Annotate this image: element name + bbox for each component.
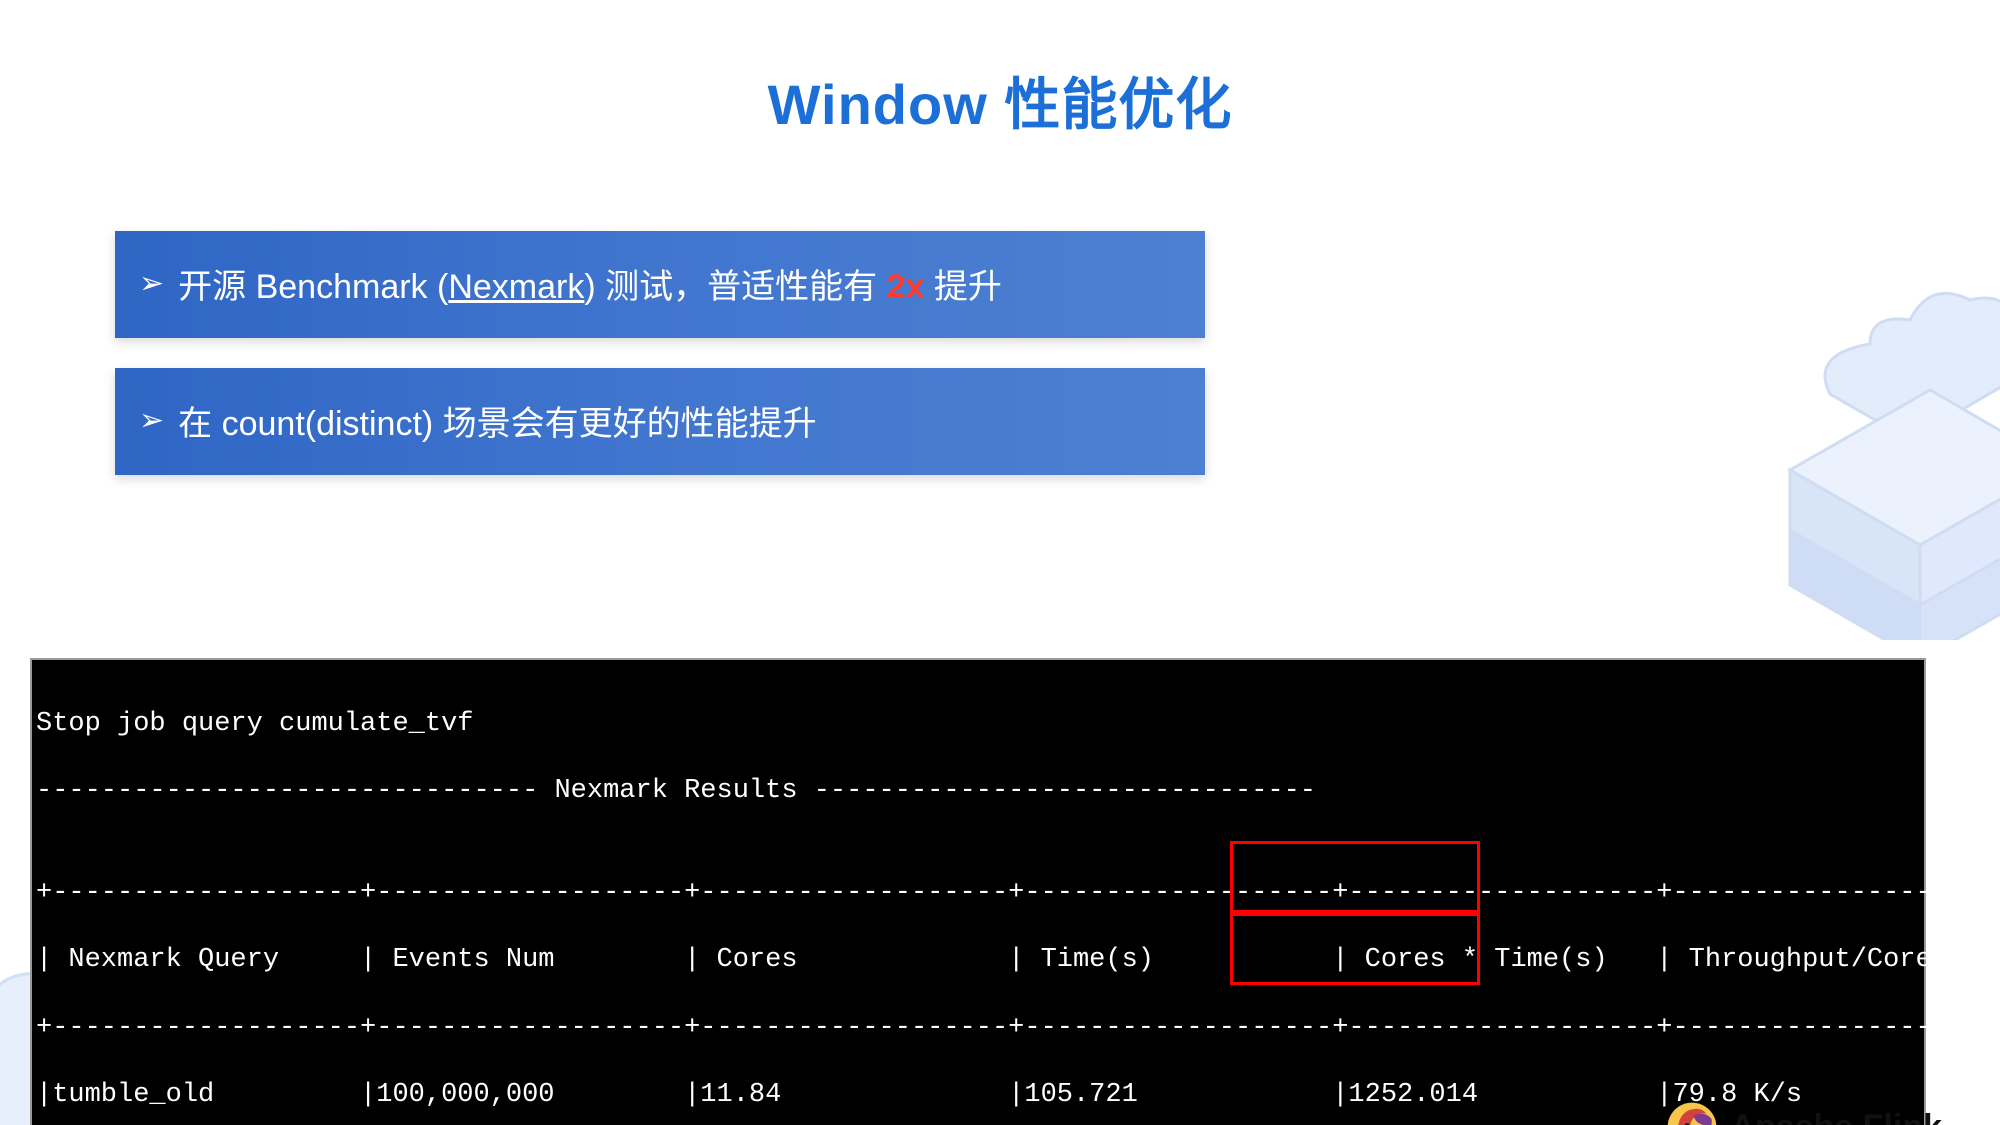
bullet-1-suffix: 提升 <box>924 268 1001 306</box>
bullet-1: ➢ 开源 Benchmark (Nexmark) 测试，普适性能有 2x 提升 <box>115 231 1205 338</box>
terminal-output: Stop job query cumulate_tvf ------------… <box>30 658 1926 1125</box>
terminal-line: +-------------------+-------------------… <box>36 877 1920 911</box>
bullet-2-text: 在 count(distinct) 场景会有更好的性能提升 <box>178 396 817 445</box>
terminal-line: +-------------------+-------------------… <box>36 1012 1920 1046</box>
bullet-arrow-icon: ➢ <box>139 266 164 301</box>
footer-logo: Apache Flink <box>1666 1101 1942 1125</box>
bullet-list: ➢ 开源 Benchmark (Nexmark) 测试，普适性能有 2x 提升 … <box>115 231 1205 475</box>
bullet-1-text: 开源 Benchmark (Nexmark) 测试，普适性能有 2x 提升 <box>178 259 1002 308</box>
bullet-2: ➢ 在 count(distinct) 场景会有更好的性能提升 <box>115 368 1205 475</box>
footer-brand-text: Apache Flink <box>1730 1108 1942 1125</box>
terminal-line: Stop job query cumulate_tvf <box>36 708 1920 742</box>
nexmark-link[interactable]: Nexmark <box>448 268 584 306</box>
bullet-1-highlight: 2x <box>887 268 925 306</box>
terminal-header: | Nexmark Query | Events Num | Cores | T… <box>36 944 1920 978</box>
table-row: |tumble_old |100,000,000 |11.84 |105.721… <box>36 1079 1920 1113</box>
slide-title: Window 性能优化 <box>0 60 2000 141</box>
bullet-1-prefix: 开源 Benchmark ( <box>178 268 448 306</box>
flink-squirrel-icon <box>1666 1101 1718 1125</box>
bullet-1-mid: ) 测试，普适性能有 <box>584 268 886 306</box>
bullet-arrow-icon: ➢ <box>139 403 164 438</box>
terminal-line: ------------------------------- Nexmark … <box>36 775 1920 809</box>
bg-illustration-right <box>1730 260 2000 640</box>
